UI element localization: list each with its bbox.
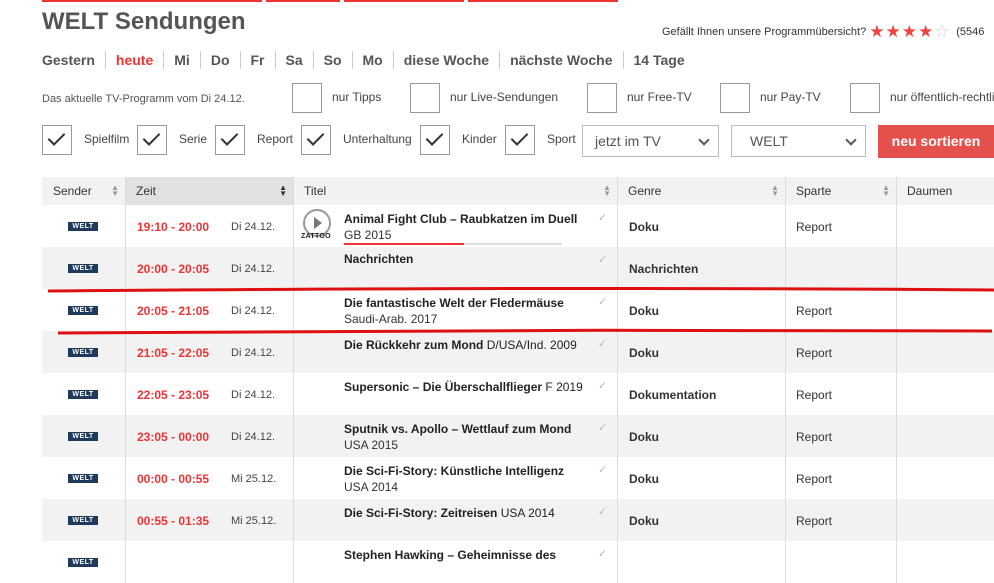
annotation-overlay [47,286,994,335]
red-underline-mark [57,328,993,335]
red-underline-mark [47,286,994,293]
channel-logo: WELT [68,558,98,567]
